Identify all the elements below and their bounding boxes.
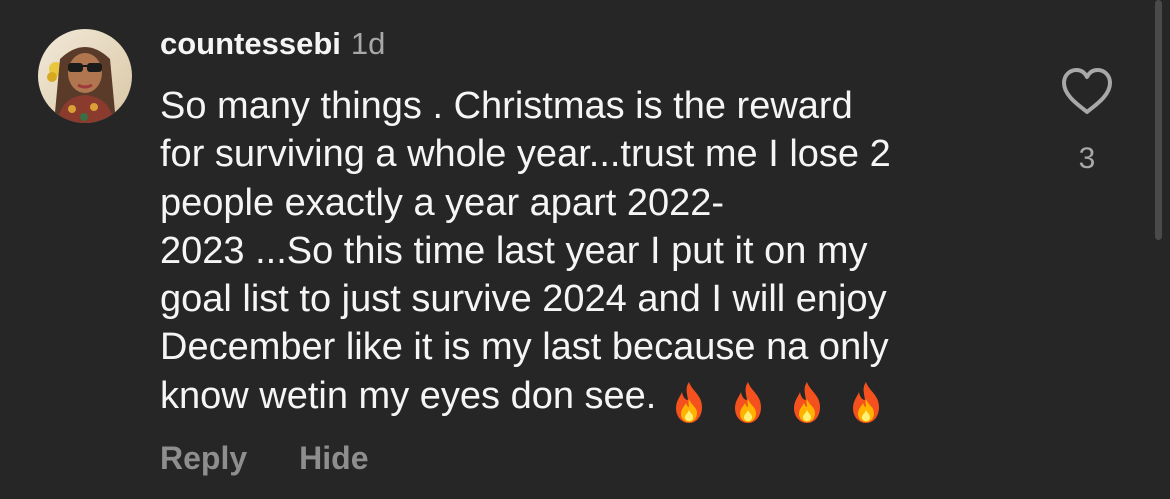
username[interactable]: countessebi — [160, 26, 341, 62]
hide-button[interactable]: Hide — [299, 440, 368, 477]
comment-line: goal list to just survive 2024 and I wil… — [160, 278, 887, 321]
comment-line-text: know wetin my eyes don see. — [160, 374, 657, 417]
scrollbar[interactable] — [1155, 0, 1162, 240]
fire-emoji-icon — [853, 381, 880, 423]
comment-line: So many things . Christmas is the reward — [160, 85, 853, 127]
fire-emoji-icon — [735, 381, 762, 423]
comment-text: So many things . Christmas is the reward… — [160, 82, 1030, 425]
comment-line: December like it is my last because na o… — [160, 326, 889, 369]
comment-header: countessebi 1d — [160, 26, 385, 68]
fire-emoji-icon — [794, 381, 821, 423]
comment-line: people exactly a year apart 2022- — [160, 181, 725, 224]
comment-actions: Reply Hide — [160, 440, 368, 477]
like-count[interactable]: 3 — [1058, 142, 1116, 176]
like-area: 3 — [1058, 66, 1116, 176]
comment-line: 2023 ...So this time last year I put it … — [160, 229, 868, 272]
comment-line-last: know wetin my eyes don see. — [160, 372, 1030, 425]
heart-outline-icon[interactable] — [1060, 66, 1114, 116]
timestamp: 1d — [350, 26, 386, 61]
reply-button[interactable]: Reply — [160, 440, 247, 477]
comment-line: for surviving a whole year...trust me I … — [160, 133, 891, 176]
avatar-image — [38, 29, 132, 123]
fire-emoji-icon — [676, 381, 703, 423]
avatar[interactable] — [38, 29, 132, 123]
emoji-group — [666, 376, 902, 425]
